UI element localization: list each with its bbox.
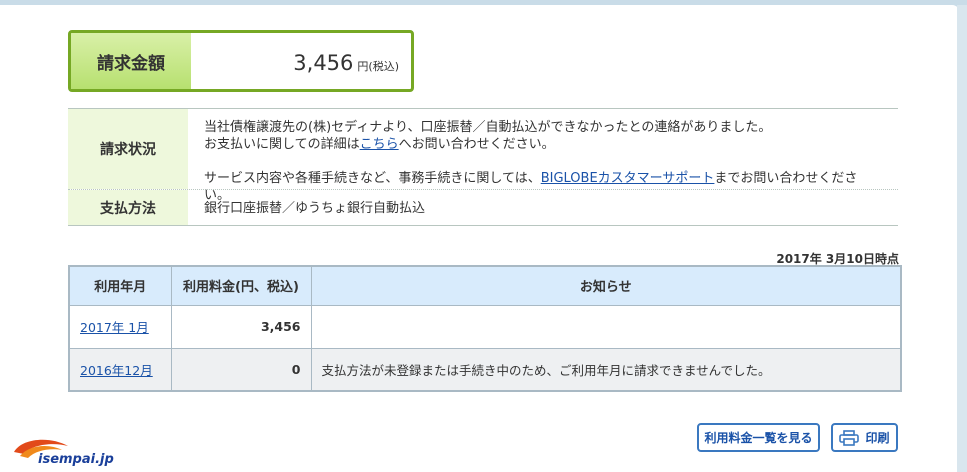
usage-table: 利用年月 利用料金(円、税込) お知らせ 2017年 1月 3,456 2016… (68, 265, 902, 392)
billing-amount-label: 請求金額 (71, 33, 191, 89)
status-line-2-suffix: へお問い合わせください。 (398, 137, 555, 152)
billing-amount-box: 請求金額 3,456 円(税込) (68, 30, 414, 92)
printer-icon (839, 429, 860, 446)
billing-status-row: 請求状況 当社債権譲渡先の(株)セディナより、口座振替／自動払込ができなかったと… (68, 109, 898, 203)
customer-support-link[interactable]: BIGLOBEカスタマーサポート (541, 171, 715, 186)
usage-month-link[interactable]: 2016年12月 (80, 363, 153, 378)
usage-month-cell: 2017年 1月 (69, 305, 172, 349)
usage-notice-cell (311, 305, 902, 349)
billing-amount-value: 3,456 円(税込) (191, 33, 411, 89)
usage-amount-cell: 3,456 (171, 305, 312, 349)
usage-month-link[interactable]: 2017年 1月 (80, 320, 149, 335)
billing-status-text: 当社債権譲渡先の(株)セディナより、口座振替／自動払込ができなかったとの連絡があ… (188, 109, 898, 203)
table-row: 2017年 1月 3,456 (69, 305, 902, 349)
header-amount: 利用料金(円、税込) (171, 266, 312, 306)
header-month: 利用年月 (69, 266, 172, 306)
header-notice: お知らせ (311, 266, 902, 306)
usage-table-header: 利用年月 利用料金(円、税込) お知らせ (69, 266, 902, 306)
usage-month-cell: 2016年12月 (69, 348, 172, 392)
billing-amount-unit: 円(税込) (357, 60, 399, 73)
status-line-3-text: サービス内容や各種手続きなど、事務手続きに関しては、 (204, 171, 541, 186)
usage-amount-cell: 0 (171, 348, 312, 392)
scrollbar-track[interactable] (957, 5, 967, 472)
billing-amount-number: 3,456 (293, 51, 354, 75)
print-button[interactable]: 印刷 (831, 423, 898, 452)
payment-method-label: 支払方法 (68, 190, 188, 225)
billing-status-label: 請求状況 (68, 109, 188, 189)
usage-notice-cell: 支払方法が未登録または手続き中のため、ご利用年月に請求できませんでした。 (311, 348, 902, 392)
billing-info-table: 請求状況 当社債権譲渡先の(株)セディナより、口座振替／自動払込ができなかったと… (68, 108, 898, 226)
print-label: 印刷 (865, 431, 890, 445)
payment-method-row: 支払方法 銀行口座振替／ゆうちょ銀行自動払込 (68, 189, 898, 225)
status-line-2: お支払いに関しての詳細はこちらへお問い合わせください。 (204, 136, 882, 153)
table-row: 2016年12月 0 支払方法が未登録または手続き中のため、ご利用年月に請求でき… (69, 348, 902, 392)
view-usage-list-label: 利用料金一覧を見る (704, 431, 813, 445)
payment-method-value: 銀行口座振替／ゆうちょ銀行自動払込 (204, 201, 426, 216)
view-usage-list-button[interactable]: 利用料金一覧を見る (697, 423, 820, 452)
logo-text: isempai.jp (38, 452, 114, 467)
status-line-2-text: お支払いに関しての詳細は (204, 137, 360, 152)
status-line-1: 当社債権譲渡先の(株)セディナより、口座振替／自動払込ができなかったとの連絡があ… (204, 120, 772, 135)
details-link[interactable]: こちら (360, 137, 399, 152)
